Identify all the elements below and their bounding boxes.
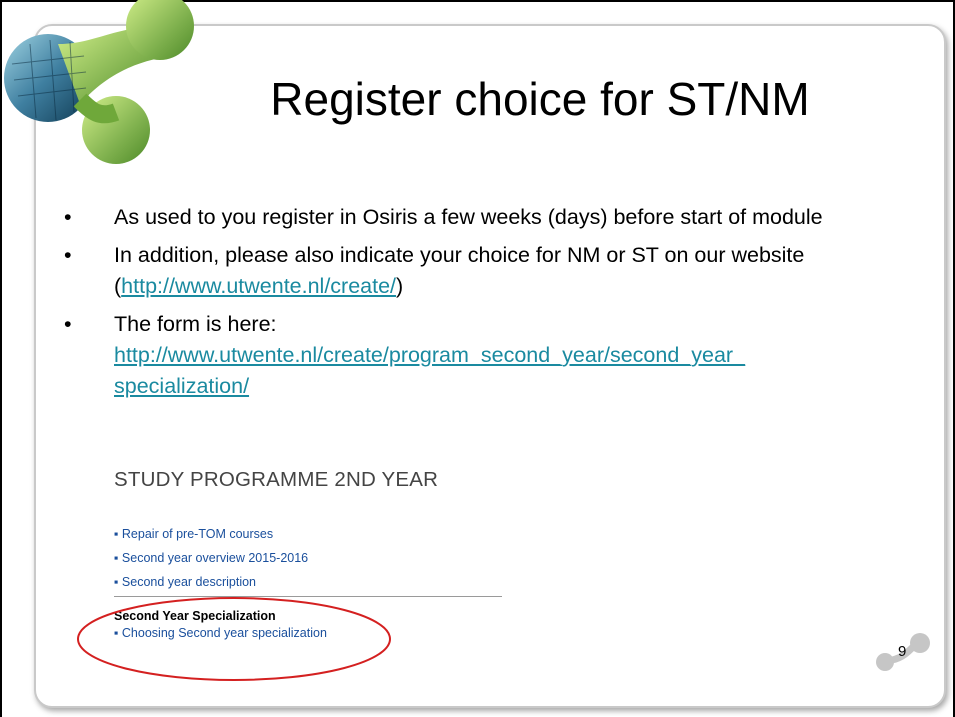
bullet-item: • In addition, please also indicate your… (64, 240, 914, 302)
create-website-link[interactable]: http://www.utwente.nl/create/ (121, 274, 396, 298)
nav-link-repair-courses[interactable]: ▪ Repair of pre-TOM courses (114, 522, 514, 546)
study-programme-heading: STUDY PROGRAMME 2ND YEAR (114, 468, 439, 491)
page-number: 9 (898, 643, 907, 660)
highlight-ellipse (77, 597, 391, 681)
bullet-text-close: ) (396, 274, 404, 298)
bullet-text: The form is here: (114, 312, 277, 336)
nav-link-overview[interactable]: ▪ Second year overview 2015-2016 (114, 546, 514, 570)
form-link-line-1: http://www.utwente.nl/create/program_sec… (114, 343, 746, 367)
form-link[interactable]: http://www.utwente.nl/create/program_sec… (114, 343, 745, 398)
form-link-line-2: specialization/ (114, 374, 250, 398)
nav-list: ▪ Repair of pre-TOM courses ▪ Second yea… (114, 522, 514, 594)
nav-link-description[interactable]: ▪ Second year description (114, 570, 514, 594)
bullet-text: As used to you register in Osiris a few … (114, 205, 823, 229)
bullet-marker: • (64, 243, 72, 267)
bullet-list: • As used to you register in Osiris a fe… (64, 202, 914, 409)
slide-title: Register choice for ST/NM (270, 73, 810, 125)
bullet-item: • The form is here: http://www.utwente.n… (64, 309, 914, 402)
bullet-item: • As used to you register in Osiris a fe… (64, 202, 914, 233)
bullet-marker: • (64, 312, 72, 336)
bullet-marker: • (64, 205, 72, 229)
